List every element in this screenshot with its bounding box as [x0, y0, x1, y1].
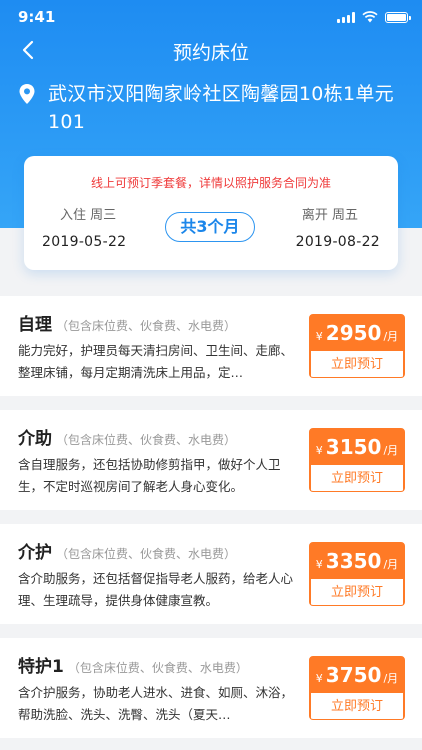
plan-price: ¥3750/月 [315, 663, 399, 687]
book-now-button[interactable]: 立即预订 [311, 693, 403, 719]
navigation-bar: 预约床位 [0, 30, 422, 70]
plan-name: 自理 （包含床位费、伙食费、水电费） [18, 315, 237, 335]
price-box: ¥3150/月 立即预订 [309, 428, 405, 492]
address-row: 武汉市汉阳陶家岭社区陶馨园10栋1单元101 [18, 80, 410, 136]
plan-name: 特护1 （包含床位费、伙食费、水电费） [18, 657, 248, 677]
check-in-label: 入住 周三 [60, 208, 117, 223]
address-text: 武汉市汉阳陶家岭社区陶馨园10栋1单元101 [48, 83, 394, 133]
plan-item: 介护 （包含床位费、伙食费、水电费） 含介助服务，还包括督促指导老人服药，给老人心… [0, 524, 422, 624]
plan-price: ¥3350/月 [315, 549, 399, 573]
plan-includes: （包含床位费、伙食费、水电费） [56, 319, 237, 333]
location-pin-icon [19, 84, 35, 104]
booking-notice: 线上可预订季套餐，详情以照护服务合同为准 [90, 176, 331, 190]
plan-description: 能力完好，护理员每天清扫房间、卫生间、走廊、整理床铺，每月定期清洗床上用品，定… [18, 343, 293, 380]
price-box: ¥2950/月 立即预订 [309, 314, 405, 378]
wifi-icon [362, 11, 378, 23]
status-time: 9:41 [18, 8, 56, 26]
plan-description: 含介护服务，协助老人进水、进食、如厕、沐浴，帮助洗脸、洗头、洗臀、洗头（夏天… [18, 685, 293, 722]
plan-description: 含自理服务，还包括协助修剪指甲，做好个人卫生，不定时巡视房间了解老人身心变化。 [18, 457, 281, 494]
plan-item: 特护1 （包含床位费、伙食费、水电费） 含介护服务，协助老人进水、进食、如厕、沐浴… [0, 638, 422, 738]
plan-includes: （包含床位费、伙食费、水电费） [56, 433, 237, 447]
book-now-button[interactable]: 立即预订 [311, 579, 403, 605]
duration-badge: 共3个月 [165, 212, 255, 242]
check-in-date[interactable]: 2019-05-22 [42, 234, 126, 250]
stay-period-card: 线上可预订季套餐，详情以照护服务合同为准 入住 周三 2019-05-22 共3… [24, 156, 398, 270]
plan-name: 介护 （包含床位费、伙食费、水电费） [18, 543, 237, 563]
check-out-label: 离开 周五 [301, 208, 358, 223]
book-now-button[interactable]: 立即预订 [311, 351, 403, 377]
plan-price: ¥2950/月 [315, 321, 399, 345]
status-icons [337, 11, 411, 23]
price-box: ¥3750/月 立即预订 [309, 656, 405, 720]
book-now-button[interactable]: 立即预订 [311, 465, 403, 491]
plan-price: ¥3150/月 [315, 435, 399, 459]
plan-item: 自理 （包含床位费、伙食费、水电费） 能力完好，护理员每天清扫房间、卫生间、走廊、… [0, 296, 422, 396]
plan-includes: （包含床位费、伙食费、水电费） [67, 661, 248, 675]
price-box: ¥3350/月 立即预订 [309, 542, 405, 606]
check-out-date[interactable]: 2019-08-22 [296, 234, 380, 250]
plan-list: 自理 （包含床位费、伙食费、水电费） 能力完好，护理员每天清扫房间、卫生间、走廊、… [0, 296, 422, 750]
battery-icon [385, 11, 411, 23]
plan-item: 介助 （包含床位费、伙食费、水电费） 含自理服务，还包括协助修剪指甲，做好个人卫生… [0, 410, 422, 510]
plan-description: 含介助服务，还包括督促指导老人服药，给老人心理、生理疏导，提供身体健康宣教。 [18, 571, 293, 608]
plan-name: 介助 （包含床位费、伙食费、水电费） [18, 429, 237, 449]
plan-includes: （包含床位费、伙食费、水电费） [56, 547, 237, 561]
page-title: 预约床位 [172, 42, 249, 64]
cellular-signal-icon [337, 11, 355, 23]
